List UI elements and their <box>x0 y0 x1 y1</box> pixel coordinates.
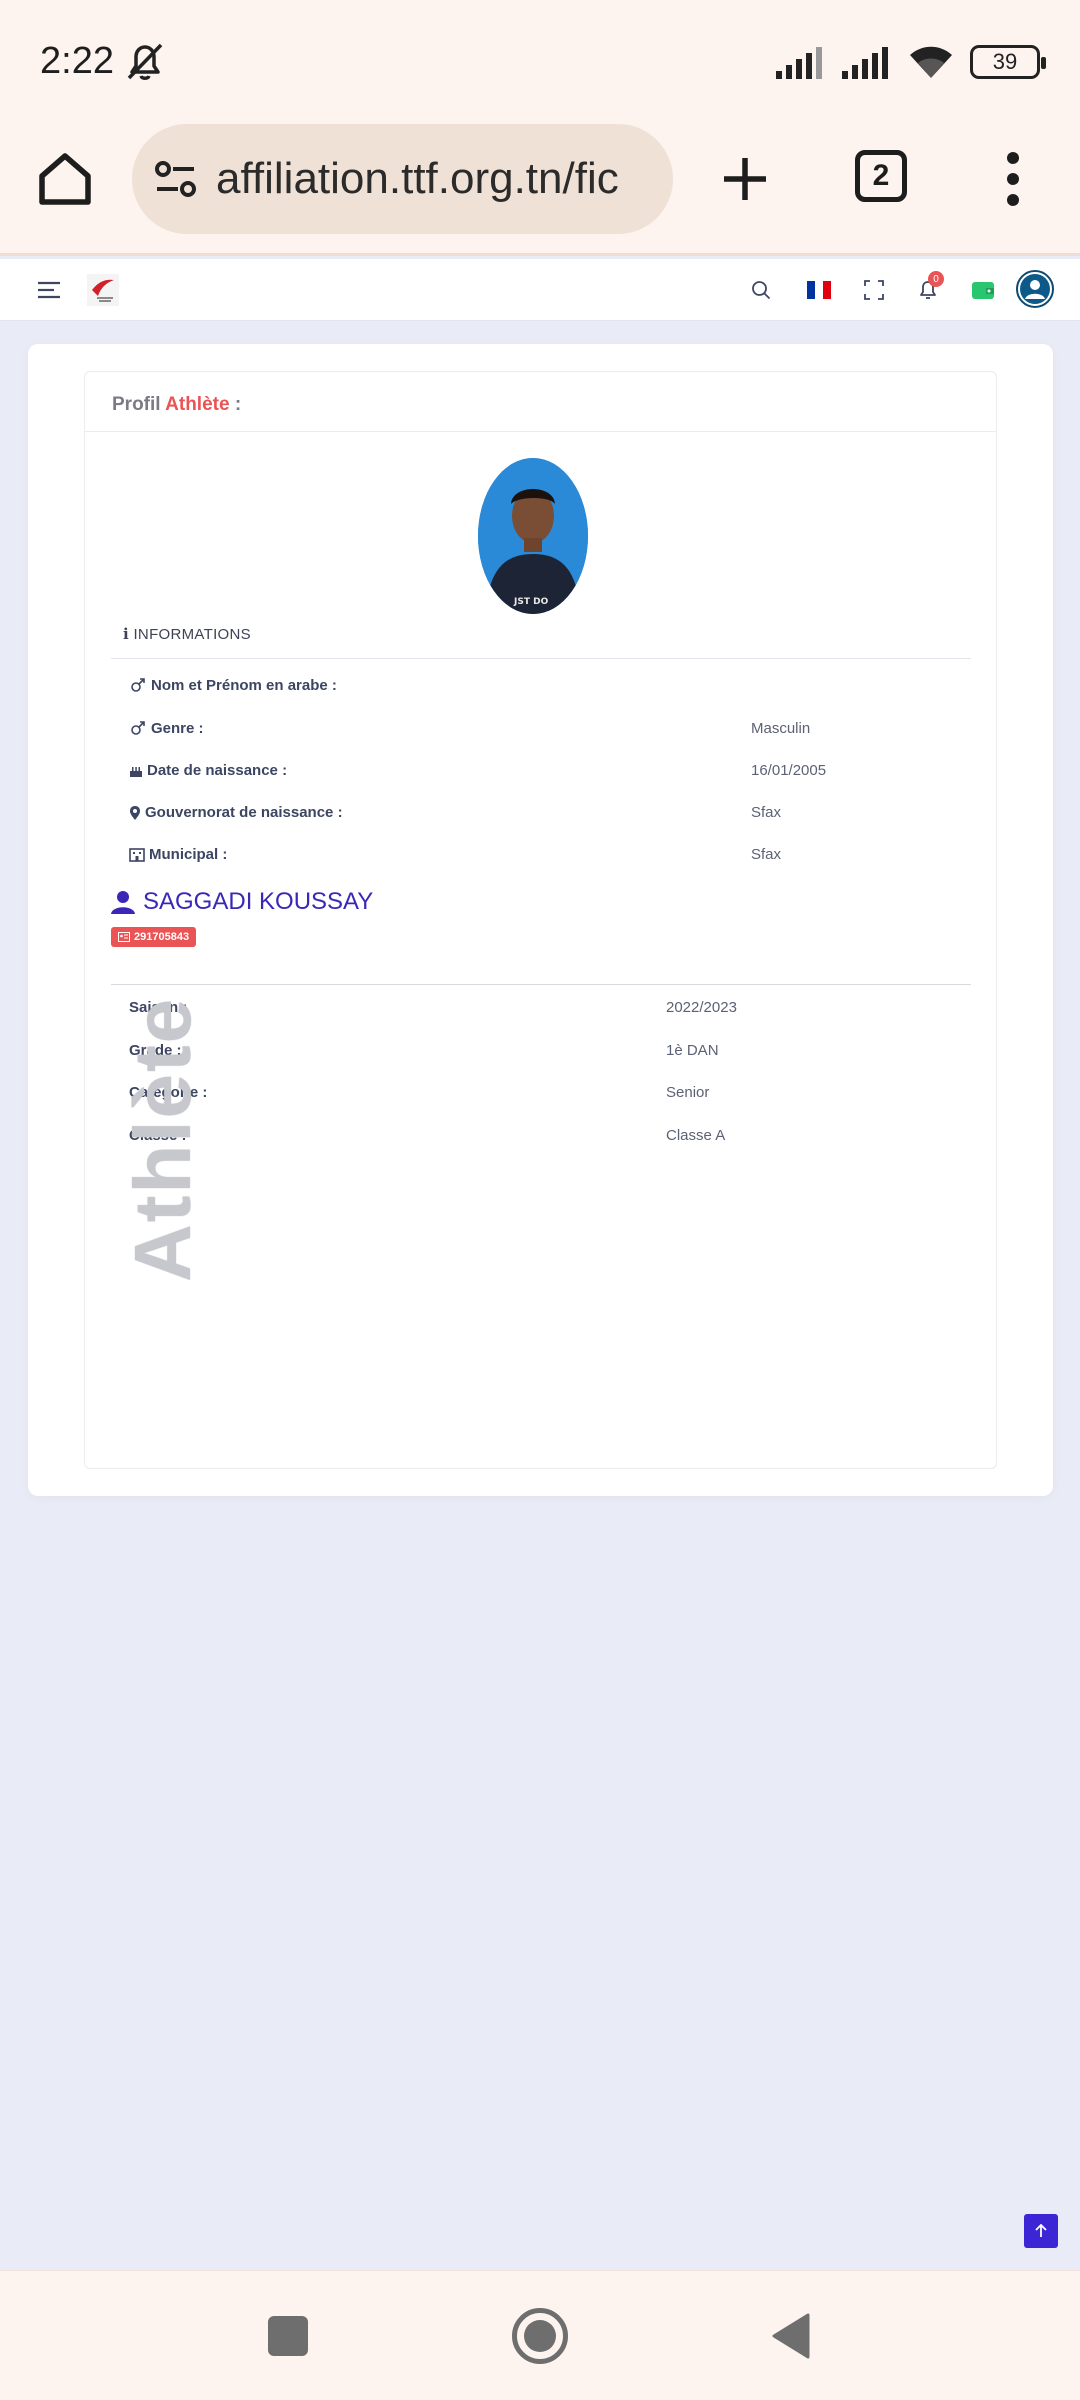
info-label: Municipal : <box>149 846 228 863</box>
arrow-up-icon <box>1035 2224 1047 2237</box>
url-bar[interactable]: affiliation.ttf.org.tn/fic <box>132 124 673 234</box>
profile-header-suffix: : <box>229 394 242 415</box>
season-value: 2022/2023 <box>666 999 737 1016</box>
home-button[interactable] <box>512 2308 568 2364</box>
signal-icon <box>776 47 822 79</box>
wallet-icon[interactable] <box>972 280 994 300</box>
info-icon: i <box>123 625 129 643</box>
birthday-cake-icon <box>130 766 142 777</box>
athlete-photo: JST DO <box>478 458 588 614</box>
section-title: i INFORMATIONS <box>123 625 251 643</box>
info-value: 16/01/2005 <box>751 762 827 779</box>
info-value: Sfax <box>751 804 782 821</box>
user-avatar-icon[interactable] <box>1016 270 1054 308</box>
back-icon[interactable] <box>770 2311 812 2361</box>
url-text[interactable]: affiliation.ttf.org.tn/fic <box>216 154 619 204</box>
info-value: Masculin <box>751 720 811 737</box>
user-icon <box>111 891 135 914</box>
more-options-icon[interactable] <box>1003 150 1023 208</box>
battery-indicator: 39 <box>970 45 1046 79</box>
profile-header: Profil Athlète : <box>85 372 996 432</box>
browser-toolbar: affiliation.ttf.org.tn/fic 2 <box>0 120 1080 256</box>
season-value: Senior <box>666 1084 710 1101</box>
notification-badge: 0 <box>928 271 944 287</box>
search-icon[interactable] <box>751 280 771 300</box>
license-badge: 291705843 <box>111 927 197 947</box>
season-value: Classe A <box>666 1127 726 1144</box>
profile-header-prefix: Profil <box>112 394 166 415</box>
divider <box>111 984 971 985</box>
info-value: Sfax <box>751 846 782 863</box>
building-icon <box>129 847 145 862</box>
athlete-name: SAGGADI KOUSSAY <box>111 888 373 916</box>
info-label: Gouvernorat de naissance : <box>145 804 343 821</box>
federation-logo[interactable] <box>87 274 119 306</box>
info-label: Genre : <box>151 720 204 737</box>
hamburger-menu-icon[interactable] <box>37 280 61 300</box>
profile-header-accent: Athlète <box>165 394 230 415</box>
site-settings-icon[interactable] <box>154 159 198 199</box>
scroll-to-top-button[interactable] <box>1024 2214 1058 2248</box>
athlete-watermark: Athlète <box>118 996 207 1282</box>
info-label: Nom et Prénom en arabe : <box>151 677 337 694</box>
site-header: 0 <box>0 259 1080 321</box>
tab-switcher-button[interactable]: 2 <box>855 150 907 202</box>
gender-icon <box>131 720 145 735</box>
gender-icon <box>131 677 145 692</box>
fullscreen-icon[interactable] <box>864 280 884 300</box>
divider <box>111 658 971 659</box>
wifi-icon <box>910 46 952 78</box>
recent-apps-button[interactable] <box>268 2316 308 2356</box>
status-time: 2:22 <box>40 40 114 82</box>
home-icon[interactable] <box>36 150 94 208</box>
svg-text:JST DO: JST DO <box>513 597 549 607</box>
notifications-off-icon <box>127 43 163 80</box>
map-marker-icon <box>130 805 140 820</box>
season-value: 1è DAN <box>666 1042 719 1059</box>
signal-icon <box>842 47 888 79</box>
profile-card: Profil Athlète : JST DO i INFORMATIONS N… <box>28 344 1053 1496</box>
id-card-icon <box>118 932 130 942</box>
system-nav-bar <box>0 2270 1080 2400</box>
new-tab-icon[interactable] <box>716 150 774 208</box>
french-flag-icon[interactable] <box>807 281 831 299</box>
info-label: Date de naissance : <box>147 762 288 779</box>
profile-panel: Profil Athlète : JST DO i INFORMATIONS N… <box>84 371 997 1469</box>
status-bar: 2:22 39 <box>0 0 1080 120</box>
